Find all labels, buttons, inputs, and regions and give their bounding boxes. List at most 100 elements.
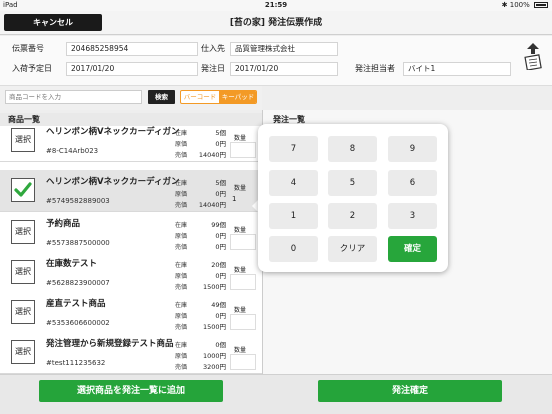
qty-field[interactable] — [230, 314, 256, 330]
qty-label: 数量 — [234, 185, 247, 192]
key-2[interactable]: 2 — [328, 203, 377, 229]
qty-field[interactable] — [230, 142, 256, 158]
clock: 21:59 — [264, 1, 288, 9]
staff-field[interactable]: バイト1 — [403, 62, 511, 76]
cost-value: 1000円 — [202, 352, 226, 360]
upload-document-icon[interactable] — [522, 42, 544, 70]
stock-value: 99個 — [211, 221, 226, 229]
search-button[interactable]: 検索 — [148, 90, 175, 104]
product-code: #8-C14Arb023 — [46, 147, 99, 155]
qty-field[interactable] — [230, 354, 256, 370]
key-9[interactable]: 9 — [388, 136, 437, 162]
product-code: #5749582889003 — [46, 197, 110, 205]
key-5[interactable]: 5 — [328, 170, 377, 196]
cost-value: 0円 — [215, 272, 226, 280]
price-label: 売価 — [175, 364, 188, 371]
stock-label: 在庫 — [175, 180, 188, 187]
price-value: 14040円 — [198, 201, 226, 209]
confirm-order-button[interactable]: 発注確定 — [318, 380, 502, 402]
product-name: 産直テスト商品 — [46, 299, 106, 309]
key-8[interactable]: 8 — [328, 136, 377, 162]
battery-percent: 100% — [509, 1, 530, 9]
search-row: 検索 バーコード キーパッド — [0, 86, 262, 110]
staff-label: 発注担当者 — [355, 64, 395, 73]
key-1[interactable]: 1 — [269, 203, 318, 229]
price-label: 売価 — [175, 202, 188, 209]
cost-value: 0円 — [215, 312, 226, 320]
order-date-label: 発注日 — [201, 64, 225, 73]
qty-field[interactable] — [230, 234, 256, 250]
product-list[interactable]: 選択 ヘリンボン柄Vネックカーディガン #8-C14Arb023 在庫 5個 原… — [0, 126, 262, 374]
price-label: 売価 — [175, 324, 188, 331]
qty-field[interactable] — [230, 274, 256, 290]
price-label: 売価 — [175, 152, 188, 159]
product-list-title: 商品一覧 — [0, 113, 262, 126]
select-button[interactable]: 選択 — [11, 340, 35, 364]
order-date-field[interactable]: 2017/01/20 — [230, 62, 338, 76]
check-icon[interactable] — [11, 178, 35, 202]
key-6[interactable]: 6 — [388, 170, 437, 196]
product-name: 予約商品 — [46, 219, 81, 229]
stock-label: 在庫 — [175, 302, 188, 309]
product-name: ヘリンボン柄Vネックカーディガン — [46, 177, 180, 187]
product-row[interactable]: 選択 在庫数テスト #5628823900007 在庫 20個 原価 0円 売価… — [0, 252, 262, 294]
cost-value: 0円 — [215, 140, 226, 148]
select-button[interactable]: 選択 — [11, 128, 35, 152]
arrival-date-field[interactable]: 2017/01/20 — [66, 62, 198, 76]
select-button[interactable]: 選択 — [11, 220, 35, 244]
cost-label: 原価 — [175, 141, 188, 148]
stock-label: 在庫 — [175, 262, 188, 269]
add-to-order-button[interactable]: 選択商品を発注一覧に追加 — [39, 380, 223, 402]
product-code: #test111235632 — [46, 359, 106, 367]
price-value: 14040円 — [198, 151, 226, 159]
key-7[interactable]: 7 — [269, 136, 318, 162]
keypad-popover: 7 8 9 4 5 6 1 2 3 0 クリア 確定 — [258, 124, 448, 272]
key-3[interactable]: 3 — [388, 203, 437, 229]
barcode-mode-tab[interactable]: バーコード — [181, 91, 219, 103]
stock-value: 0個 — [215, 341, 226, 349]
battery-icon — [534, 2, 548, 8]
nav-bar: キャンセル [苔の家] 発注伝票作成 — [0, 11, 552, 35]
battery-indicator: ✱ 100% — [502, 0, 548, 11]
select-button[interactable]: 選択 — [11, 260, 35, 284]
slip-no-field[interactable]: 204685258954 — [66, 42, 198, 56]
keypad-mode-tab[interactable]: キーパッド — [219, 91, 256, 103]
product-row[interactable]: ヘリンボン柄Vネックカーディガン #5749582889003 在庫 5個 原価… — [0, 170, 262, 212]
key-4[interactable]: 4 — [269, 170, 318, 196]
select-button[interactable]: 選択 — [11, 300, 35, 324]
stock-value: 5個 — [215, 179, 226, 187]
product-name: 在庫数テスト — [46, 259, 98, 269]
product-row[interactable]: 選択 予約商品 #5573887500000 在庫 99個 原価 0円 売価 0… — [0, 212, 262, 254]
page-title: [苔の家] 発注伝票作成 — [229, 18, 323, 28]
key-0[interactable]: 0 — [269, 236, 318, 262]
price-label: 売価 — [175, 244, 188, 251]
arrival-label: 入荷予定日 — [12, 64, 52, 73]
price-value: 1500円 — [202, 323, 226, 331]
cost-label: 原価 — [175, 353, 188, 360]
cost-label: 原価 — [175, 273, 188, 280]
status-bar: iPad 21:59 ✱ 100% — [0, 0, 552, 11]
product-code: #5573887500000 — [46, 239, 110, 247]
stock-value: 49個 — [211, 301, 226, 309]
qty-label: 数量 — [234, 307, 247, 314]
product-name: ヘリンボン柄Vネックカーディガン — [46, 127, 180, 137]
stock-label: 在庫 — [175, 342, 188, 349]
product-code-input[interactable] — [5, 90, 142, 104]
product-row[interactable]: 選択 ヘリンボン柄Vネックカーディガン #8-C14Arb023 在庫 5個 原… — [0, 126, 262, 162]
price-value: 3200円 — [202, 363, 226, 371]
qty-label: 数量 — [234, 267, 247, 274]
price-value: 0円 — [215, 243, 226, 251]
stock-value: 5個 — [215, 129, 226, 137]
qty-label: 数量 — [234, 135, 247, 142]
product-name: 発注管理から新規登録テスト商品 — [46, 339, 174, 349]
clear-key[interactable]: クリア — [328, 236, 377, 262]
price-value: 1500円 — [202, 283, 226, 291]
supplier-label: 仕入先 — [201, 44, 225, 53]
stock-label: 在庫 — [175, 222, 188, 229]
enter-key[interactable]: 確定 — [388, 236, 437, 262]
cost-value: 0円 — [215, 232, 226, 240]
product-row[interactable]: 選択 発注管理から新規登録テスト商品 #test111235632 在庫 0個 … — [0, 332, 262, 374]
bottom-bar: 選択商品を発注一覧に追加 発注確定 — [0, 374, 552, 414]
product-row[interactable]: 選択 産直テスト商品 #5353606600002 在庫 49個 原価 0円 売… — [0, 292, 262, 334]
supplier-field[interactable]: 品質管理株式会社 — [230, 42, 338, 56]
